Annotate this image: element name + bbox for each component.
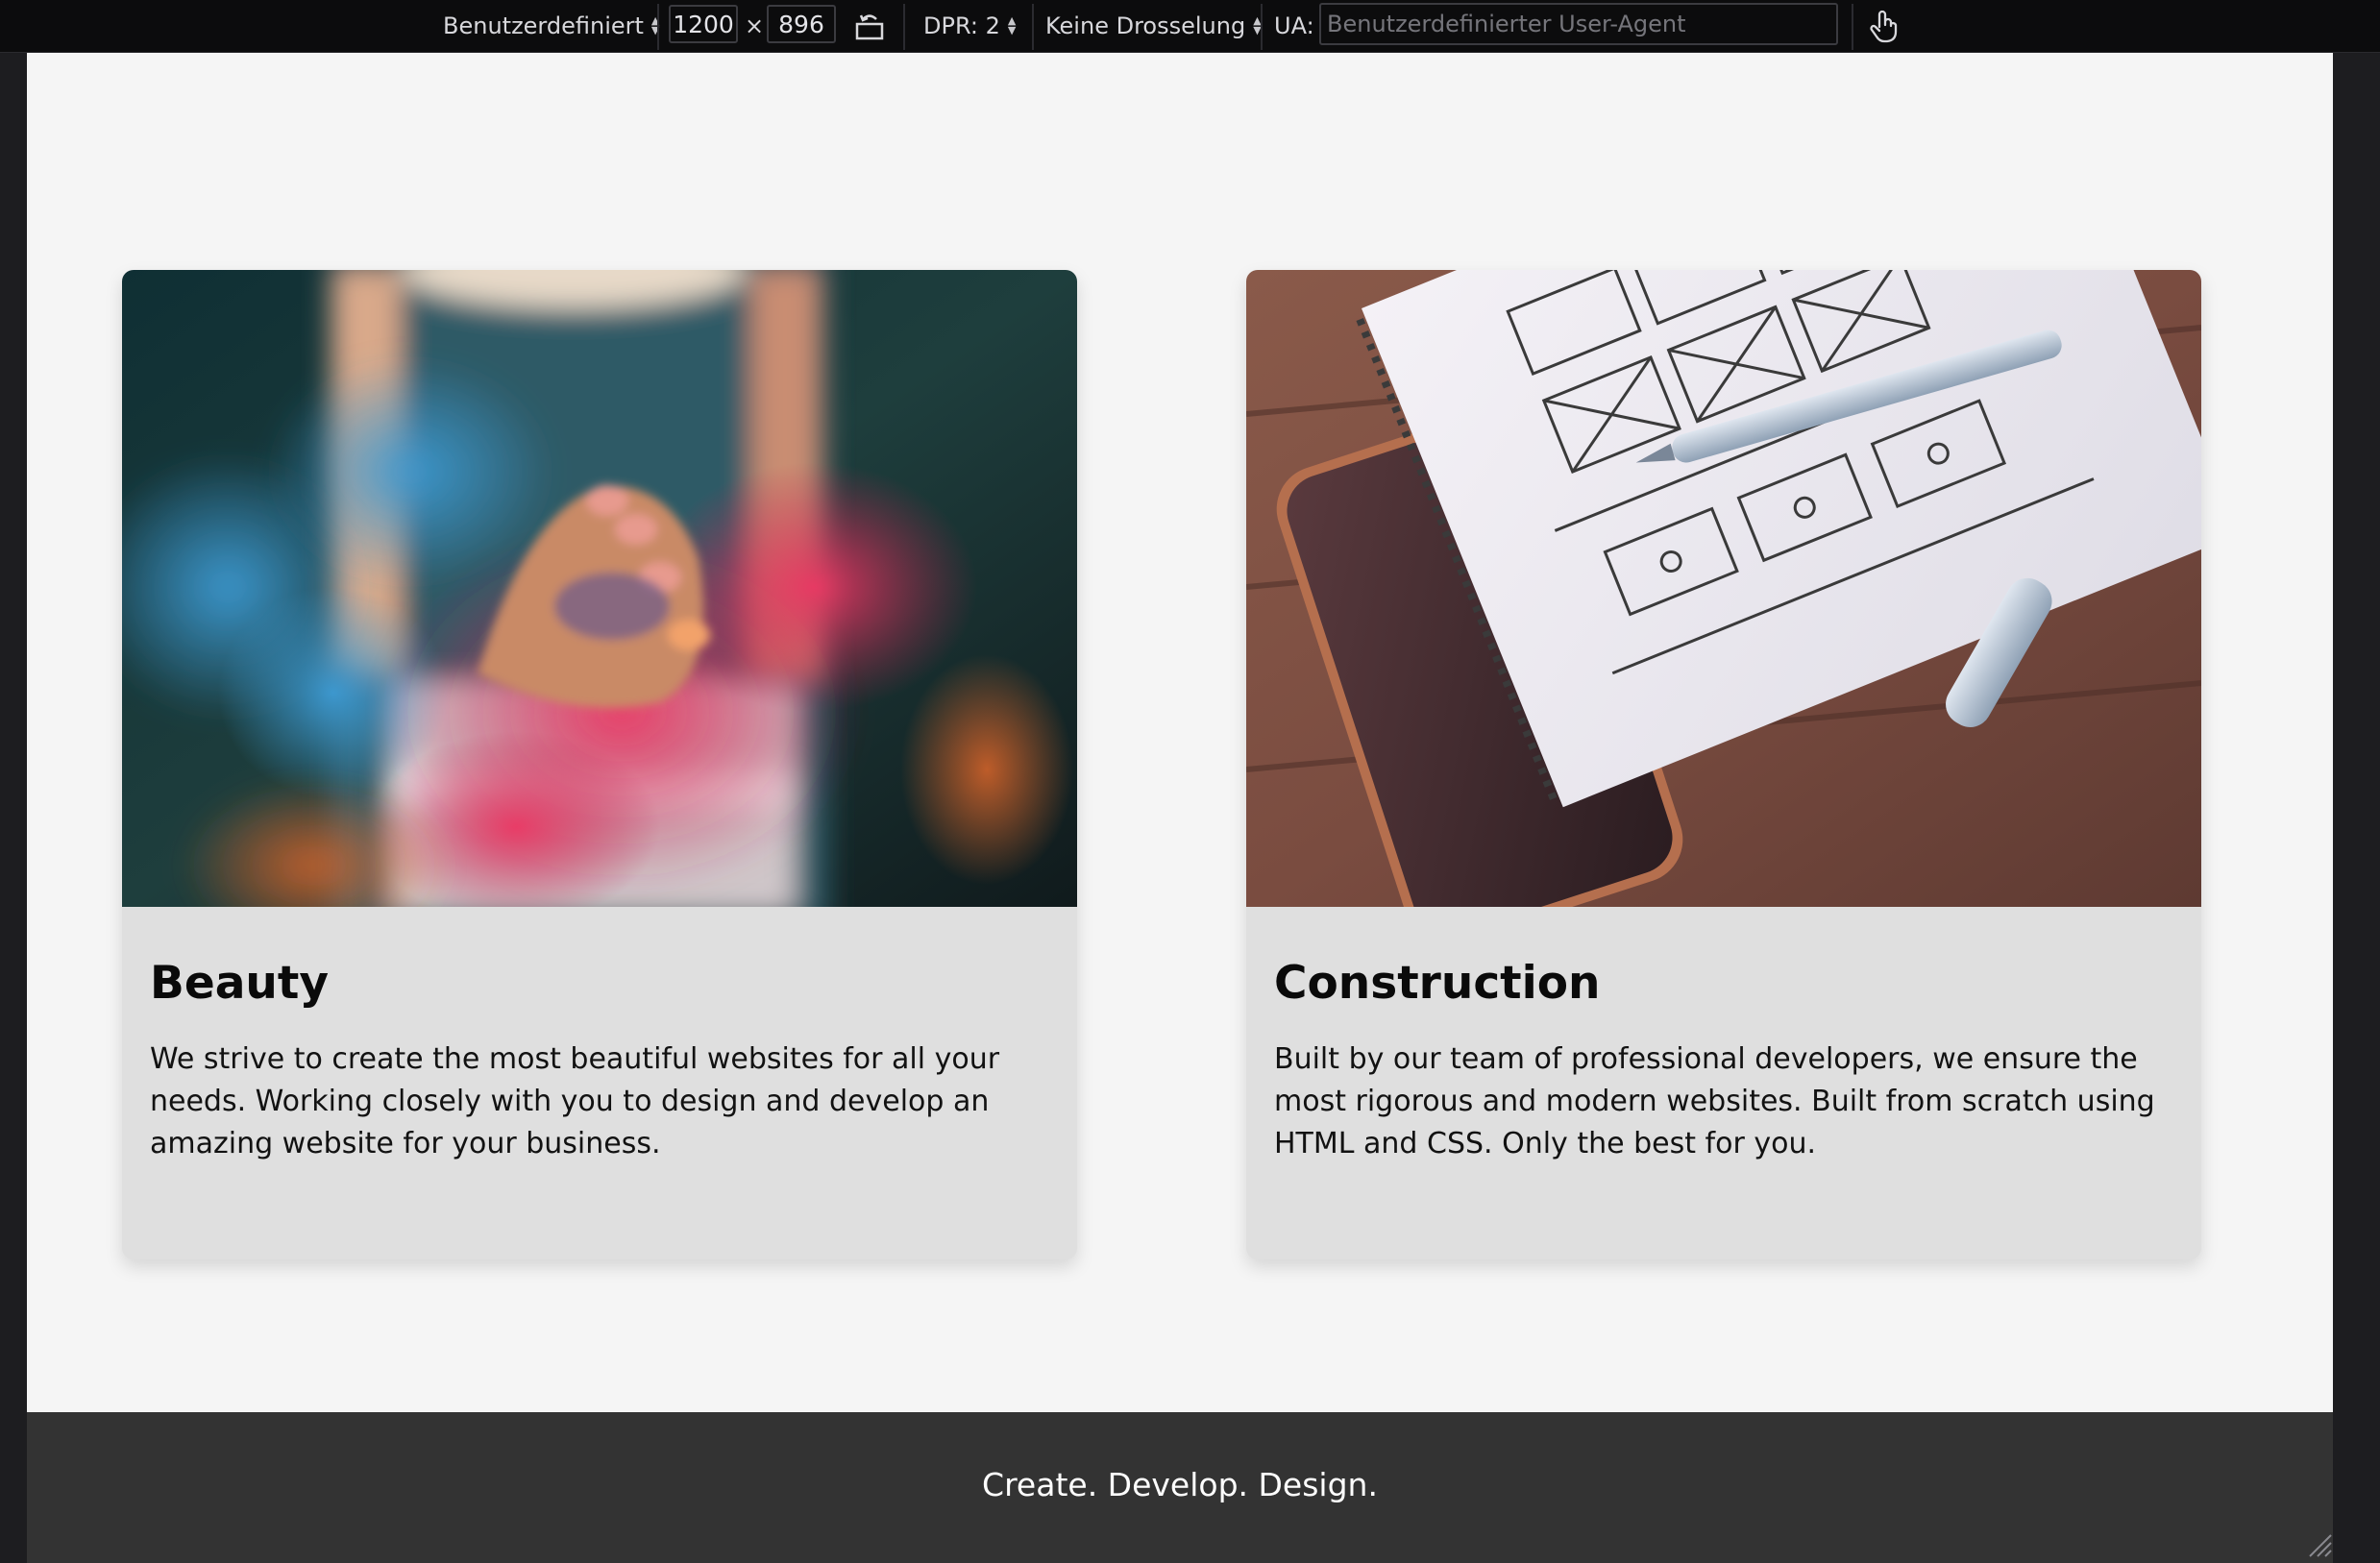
page-viewport: Beauty We strive to create the most beau… [27,53,2333,1563]
device-selector[interactable]: Benutzerdefiniert ▲ ▼ [443,0,659,52]
toolbar-divider [657,4,659,50]
card-title: Beauty [150,957,329,1010]
user-agent-input[interactable] [1319,3,1838,45]
footer-tagline: Create. Develop. Design. [982,1466,1378,1503]
throttle-selector-label: Keine Drosselung [1045,12,1246,39]
viewport-resize-handle[interactable] [2304,1529,2333,1558]
viewport-height-input[interactable]: 896 [767,5,836,43]
rotate-viewport-button[interactable] [853,0,886,52]
dpr-selector-label: DPR: 2 [923,12,1000,39]
touch-icon [1870,10,1898,43]
site-footer: Create. Develop. Design. [27,1412,2333,1563]
throttle-selector[interactable]: Keine Drosselung ▲ ▼ [1045,0,1262,52]
card-title: Construction [1274,957,1601,1010]
spinner-arrows-icon: ▲ ▼ [1007,14,1017,37]
toolbar-divider [1261,4,1263,50]
colored-powder-hands-photo [122,270,1077,907]
section-heading-cut-off [161,53,194,96]
card-description: We strive to create the most beautiful w… [150,1042,1000,1160]
rotate-icon [855,14,884,40]
toolbar-divider [1032,4,1034,50]
touch-simulation-button[interactable] [1869,0,1900,52]
wireframe-notebook-photo [1246,270,2201,907]
card-description: Built by our team of professional develo… [1274,1042,2155,1160]
device-selector-label: Benutzerdefiniert [443,12,644,39]
viewport-right-gutter [2333,53,2380,1563]
service-card-beauty: Beauty We strive to create the most beau… [122,270,1077,1259]
ua-label: UA: [1274,12,1314,39]
dimension-times-sign: × [745,12,765,39]
viewport-left-gutter [0,53,27,1563]
dpr-selector[interactable]: DPR: 2 ▲ ▼ [923,0,1016,52]
service-card-construction: Construction Built by our team of profes… [1246,270,2201,1259]
resize-handle-icon [2309,1534,2332,1557]
viewport-width-input[interactable]: 1200 [669,5,738,43]
toolbar-divider [903,4,905,50]
toolbar-divider [1852,4,1853,50]
responsive-design-toolbar: Benutzerdefiniert ▲ ▼ 1200 × 896 DPR: 2 ▲… [0,0,2380,53]
